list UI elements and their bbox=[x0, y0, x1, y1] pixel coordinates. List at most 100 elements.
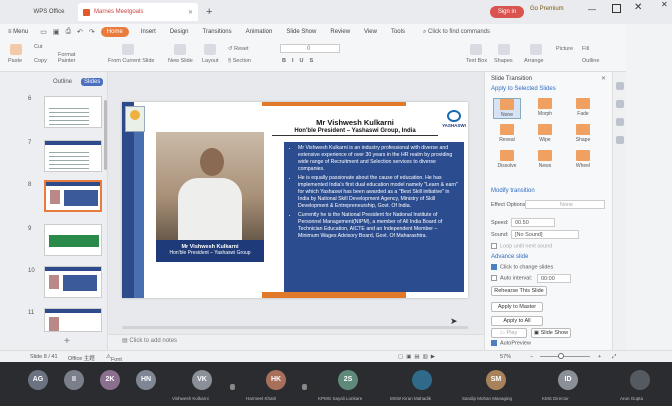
copy-button[interactable]: Copy bbox=[34, 58, 47, 64]
zoom-slider-knob[interactable] bbox=[558, 353, 564, 359]
arrange-button[interactable]: Arrange bbox=[524, 58, 544, 64]
pane-scrollbar[interactable] bbox=[104, 100, 107, 170]
slide-thumbnail[interactable] bbox=[44, 308, 102, 332]
slide-thumbnail[interactable] bbox=[44, 224, 102, 256]
tab-slide-show[interactable]: Slide Show bbox=[286, 29, 316, 35]
animation-tool-icon[interactable] bbox=[615, 100, 624, 108]
apply-to-all-button[interactable]: Apply to All bbox=[491, 316, 543, 326]
fit-window-icon[interactable]: ⤢ bbox=[612, 354, 616, 361]
fill-button[interactable]: Fill bbox=[582, 46, 589, 52]
main-menu-button[interactable]: ≡ Menu bbox=[8, 29, 28, 35]
auto-interval-field[interactable]: 00:00 bbox=[537, 274, 571, 283]
picture-button[interactable]: Picture bbox=[556, 46, 573, 52]
slide-thumbnail[interactable] bbox=[44, 266, 102, 298]
participant-avatar[interactable]: 2S bbox=[338, 370, 358, 390]
auto-interval-checkbox[interactable]: Auto interval: bbox=[491, 275, 532, 281]
redo-icon[interactable]: ↷ bbox=[89, 28, 95, 36]
canvas-horizontal-scrollbar[interactable] bbox=[122, 326, 468, 329]
open-icon[interactable]: ▭ bbox=[40, 28, 47, 36]
rehearse-slide-button[interactable]: Rehearse This Slide bbox=[491, 286, 547, 296]
close-pane-icon[interactable]: ✕ bbox=[601, 75, 606, 82]
participant-avatar[interactable]: II bbox=[64, 370, 84, 390]
sound-select[interactable]: [No Sound] bbox=[511, 230, 579, 239]
tab-review[interactable]: Review bbox=[330, 29, 350, 35]
outline-button[interactable]: Outline bbox=[582, 58, 599, 64]
tab-home[interactable]: Home bbox=[100, 27, 129, 37]
effect-options-select[interactable]: None bbox=[525, 200, 605, 209]
participant-avatar[interactable]: AG bbox=[28, 370, 48, 390]
outer-close-icon[interactable]: ✕ bbox=[661, 0, 668, 9]
from-current-slide-button[interactable]: From Current Slide bbox=[108, 58, 154, 64]
slide-thumbnail-selected[interactable] bbox=[44, 180, 102, 212]
slide-thumbnail[interactable] bbox=[44, 140, 102, 172]
save-icon[interactable]: ▣ bbox=[53, 28, 60, 36]
transition-fade[interactable]: Fade bbox=[569, 98, 597, 117]
transition-shape[interactable]: Shape bbox=[569, 124, 597, 143]
transition-tool-icon[interactable] bbox=[615, 82, 624, 90]
add-slide-button[interactable]: + bbox=[64, 336, 70, 347]
font-size-field[interactable]: 0 bbox=[280, 44, 340, 53]
participant-avatar[interactable]: 2K bbox=[100, 370, 120, 390]
loop-sound-checkbox[interactable]: Loop until next sound bbox=[491, 243, 552, 249]
tab-slides[interactable]: Slides bbox=[81, 78, 104, 86]
go-premium-button[interactable]: Go Premium bbox=[530, 6, 564, 12]
transition-wheel[interactable]: Wheel bbox=[569, 150, 597, 169]
transition-wipe[interactable]: Wipe bbox=[531, 124, 559, 143]
participant-avatar[interactable]: SM bbox=[486, 370, 506, 390]
transition-dissolve[interactable]: Dissolve bbox=[493, 150, 521, 169]
view-buttons[interactable]: ▢▣▤▥▶ bbox=[398, 354, 438, 360]
undo-icon[interactable]: ↶ bbox=[77, 28, 83, 36]
tab-document[interactable]: Marnes Meetgoals ✕ bbox=[78, 3, 198, 21]
transition-news[interactable]: News bbox=[531, 150, 559, 169]
tab-view[interactable]: View bbox=[364, 29, 377, 35]
participant-avatar[interactable] bbox=[630, 370, 650, 390]
tab-tools[interactable]: Tools bbox=[391, 29, 405, 35]
play-button[interactable]: ▷ Play bbox=[491, 328, 527, 338]
speed-field[interactable]: 00.50 bbox=[511, 218, 555, 227]
font-missing-indicator[interactable]: ⚠ Font Missing bbox=[106, 354, 130, 369]
section-button[interactable]: § Section bbox=[228, 58, 251, 64]
participant-avatar[interactable]: VK bbox=[192, 370, 212, 390]
tab-animation[interactable]: Animation bbox=[246, 29, 273, 35]
print-icon[interactable]: ⎙ bbox=[65, 28, 71, 36]
command-search[interactable]: ⌕ Click to find commands bbox=[423, 29, 490, 36]
zoom-in-icon[interactable]: + bbox=[598, 354, 601, 360]
text-box-button[interactable]: Text Box bbox=[466, 58, 487, 64]
format-painter-button[interactable]: Format Painter bbox=[58, 52, 88, 64]
participant-avatar[interactable]: ID bbox=[558, 370, 578, 390]
paste-icon[interactable] bbox=[10, 44, 22, 55]
notes-area[interactable]: ▤ Click to add notes bbox=[108, 334, 484, 350]
font-style-buttons[interactable]: BIUS bbox=[282, 58, 319, 64]
apply-to-master-button[interactable]: Apply to Master bbox=[491, 302, 543, 312]
current-slide[interactable]: Mr Vishwesh Kulkarni Hon'ble President –… bbox=[122, 102, 468, 298]
layout-button[interactable]: Layout bbox=[202, 58, 219, 64]
slide-show-button[interactable]: ▣ Slide Show bbox=[531, 328, 571, 338]
sign-in-button[interactable]: Sign in bbox=[490, 6, 524, 18]
from-current-slide-icon[interactable] bbox=[122, 44, 134, 55]
transition-reveal[interactable]: Reveal bbox=[493, 124, 521, 143]
shapes-button[interactable]: Shapes bbox=[494, 58, 513, 64]
new-tab-button[interactable]: + bbox=[206, 6, 212, 18]
slide-thumbnail[interactable] bbox=[44, 96, 102, 128]
close-window-icon[interactable]: ✕ bbox=[634, 2, 642, 13]
settings-tool-icon[interactable] bbox=[615, 118, 624, 126]
layout-icon[interactable] bbox=[204, 44, 216, 55]
new-slide-icon[interactable] bbox=[174, 44, 186, 55]
autopreview-checkbox[interactable]: AutoPreview bbox=[491, 340, 531, 346]
arrange-icon[interactable] bbox=[530, 44, 542, 55]
transition-none[interactable]: None bbox=[493, 98, 521, 119]
transition-morph[interactable]: Morph bbox=[531, 98, 559, 117]
minimize-icon[interactable]: — bbox=[588, 5, 596, 14]
tab-insert[interactable]: Insert bbox=[141, 29, 156, 35]
tab-transitions[interactable]: Transitions bbox=[203, 29, 232, 35]
share-tool-icon[interactable] bbox=[615, 136, 624, 144]
new-slide-button[interactable]: New Slide bbox=[168, 58, 193, 64]
close-tab-icon[interactable]: ✕ bbox=[188, 9, 193, 16]
tab-design[interactable]: Design bbox=[170, 29, 189, 35]
paste-label[interactable]: Paste bbox=[8, 58, 22, 64]
zoom-level[interactable]: 57% bbox=[500, 354, 511, 360]
on-click-checkbox[interactable]: Click to change slides bbox=[491, 264, 553, 270]
zoom-out-icon[interactable]: − bbox=[530, 354, 533, 360]
zoom-slider-track[interactable] bbox=[540, 356, 590, 357]
tab-wps-office[interactable]: WPS Office bbox=[24, 3, 74, 21]
